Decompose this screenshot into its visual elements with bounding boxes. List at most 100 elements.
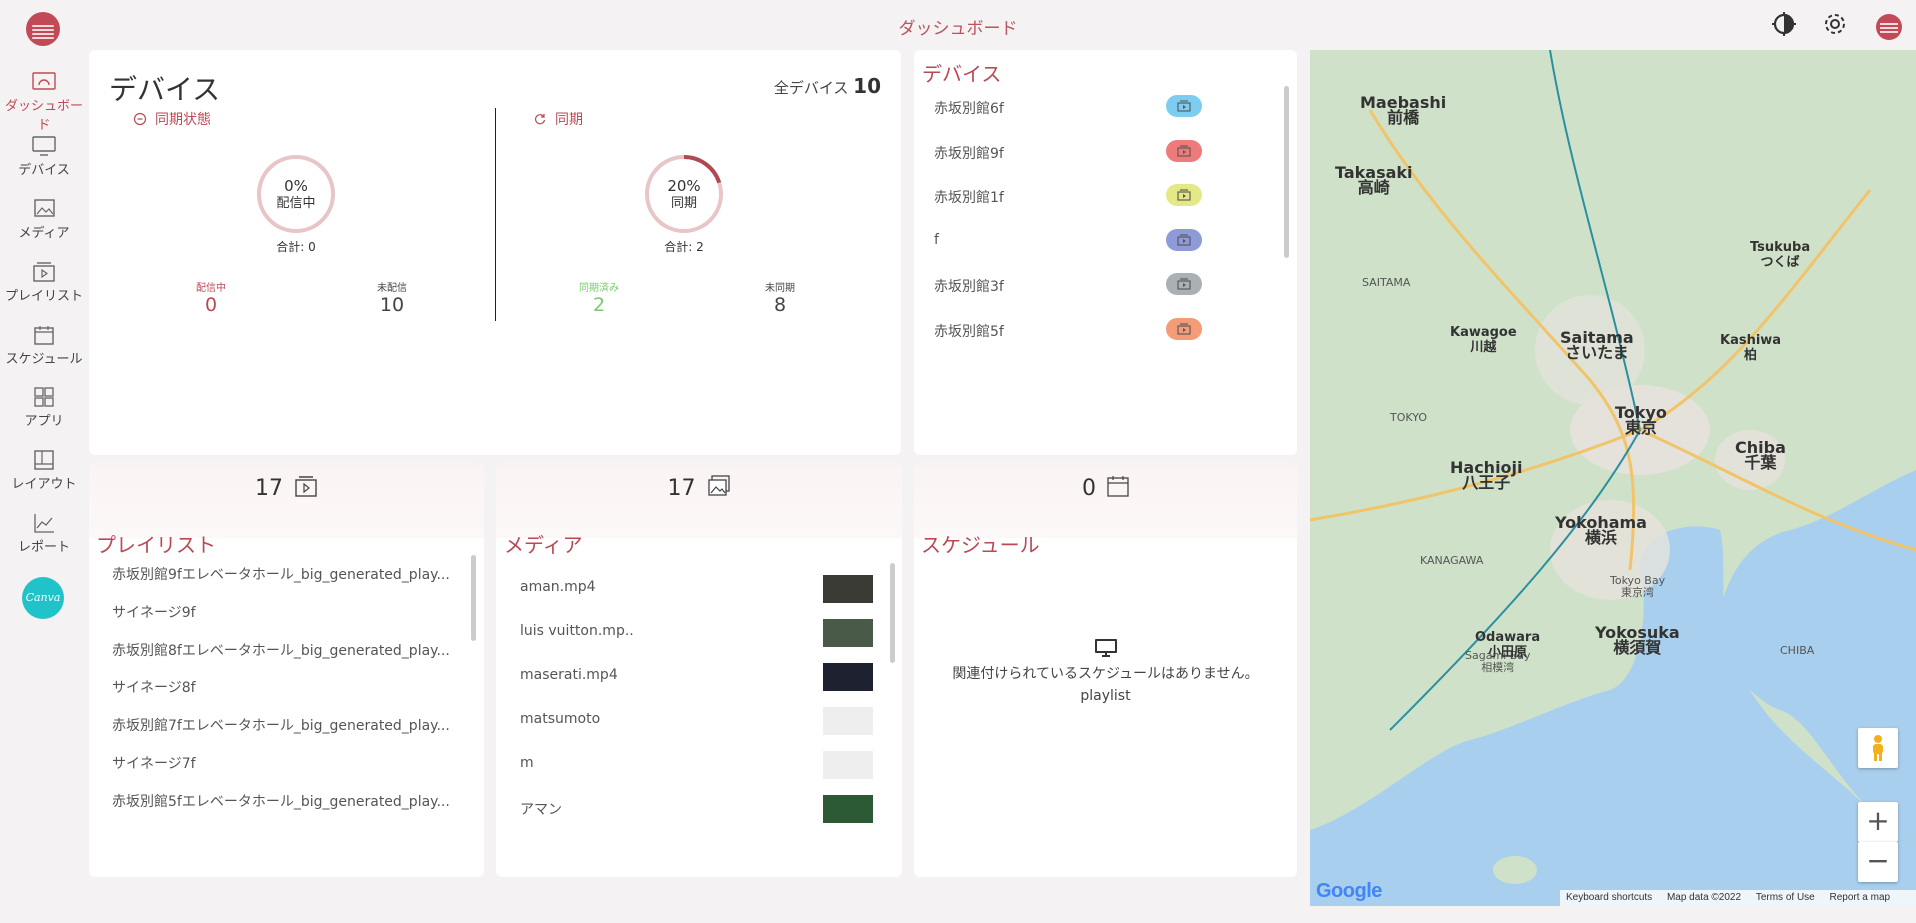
- sidebar-item-label: デバイス: [18, 163, 70, 178]
- playlist-item[interactable]: 赤坂別館8fエレベータホール_big_generated_play...: [112, 640, 450, 660]
- schedule-title: スケジュール: [921, 533, 1040, 557]
- device-list-item[interactable]: f: [932, 226, 1202, 256]
- device-status-pill[interactable]: [1166, 95, 1202, 117]
- device-list-scrollbar[interactable]: [1284, 86, 1289, 258]
- settings-gear-icon[interactable]: [1821, 10, 1849, 38]
- playlist-item[interactable]: 赤坂別館5fエレベータホール_big_generated_play...: [112, 791, 450, 811]
- media-item[interactable]: m: [520, 755, 534, 771]
- device-total-label: 全デバイス: [773, 79, 849, 97]
- apps-grid-icon: [34, 387, 54, 407]
- zoom-in-button[interactable]: +: [1858, 802, 1898, 842]
- device-list-item[interactable]: 赤坂別館6f: [932, 92, 1202, 122]
- playlist-count-value: 17: [255, 476, 283, 501]
- layout-icon: [34, 450, 54, 470]
- sidebar-item-layout[interactable]: レイアウト: [0, 450, 88, 492]
- stat-label: 未同期: [765, 283, 795, 294]
- media-title: メディア: [504, 533, 583, 557]
- sync-state-sum: 合計: 0: [276, 240, 316, 254]
- device-status-pill[interactable]: [1166, 317, 1202, 340]
- sync-ring-text: 20% 同期: [644, 178, 724, 212]
- stat-value: 2: [592, 294, 606, 316]
- refresh-icon: [534, 114, 546, 125]
- device-list-card: デバイス 赤坂別館6f 赤坂別館9f 赤坂別館1f f 赤坂別館3f 赤坂別館5f: [914, 50, 1297, 455]
- device-name: 赤坂別館5f: [934, 323, 1004, 340]
- image-icon: [707, 475, 730, 496]
- sidebar-item-label: スケジュール: [5, 352, 83, 367]
- media-scrollbar[interactable]: [890, 563, 895, 663]
- sidebar-item-label: プレイリスト: [4, 289, 83, 304]
- monitor-icon: [1095, 639, 1117, 657]
- playlist-item[interactable]: 赤坂別館9fエレベータホール_big_generated_play...: [112, 564, 450, 584]
- theme-toggle-icon[interactable]: [1770, 10, 1798, 38]
- map-place-label: Hachioji 八王子: [1450, 458, 1523, 492]
- map-place-label: TOKYO: [1390, 411, 1427, 424]
- playlist-icon: [1177, 278, 1191, 290]
- sidebar-item-report[interactable]: レポート: [0, 513, 88, 555]
- sync-header: 同期: [533, 109, 583, 129]
- device-total: 全デバイス 10: [774, 74, 881, 98]
- calendar-icon: [1107, 476, 1129, 497]
- zoom-out-button[interactable]: −: [1858, 842, 1898, 882]
- device-status-pill[interactable]: [1166, 228, 1202, 251]
- device-name: 赤坂別館1f: [934, 190, 1004, 206]
- playlist-item[interactable]: サイネージ9f: [112, 602, 196, 622]
- map[interactable]: Maebashi 前橋 Takasaki 高崎 Saitama さいたま Tokyo …: [1310, 50, 1916, 906]
- sidebar-item-apps[interactable]: アプリ: [0, 387, 88, 429]
- google-logo: Google: [1316, 880, 1382, 903]
- media-item[interactable]: アマン: [520, 799, 562, 819]
- media-item[interactable]: maserati.mp4: [520, 667, 618, 683]
- canva-button[interactable]: Canva: [22, 577, 64, 619]
- map-place-label: KANAGAWA: [1420, 554, 1484, 567]
- sidebar-item-label: レポート: [17, 540, 70, 555]
- sidebar-item-schedule[interactable]: スケジュール: [0, 325, 88, 367]
- playlist-icon: [1177, 233, 1191, 246]
- media-thumbnail: [823, 575, 873, 603]
- device-name: 赤坂別館6f: [934, 101, 1004, 117]
- page-title: ダッシュボード: [898, 19, 1018, 39]
- user-avatar[interactable]: [1876, 14, 1902, 40]
- schedule-count-value: 0: [1082, 476, 1096, 501]
- schedule-empty-sub: playlist: [1080, 688, 1131, 704]
- schedule-count: 0: [914, 475, 1297, 501]
- sync-sum: 合計: 2: [664, 240, 704, 254]
- playlist-item[interactable]: サイネージ8f: [112, 677, 196, 697]
- map-keyboard-shortcuts[interactable]: Keyboard shortcuts: [1566, 892, 1652, 903]
- map-footer: Keyboard shortcuts Map data ©2022 Terms …: [1560, 890, 1916, 906]
- map-place-label: Tokyo 東京: [1615, 403, 1667, 437]
- sync-state-ring-text: 0% 配信中: [256, 178, 336, 212]
- map-place-label: CHIBA: [1780, 644, 1815, 657]
- playlist-title: プレイリスト: [96, 533, 216, 557]
- media-card: 17 メディア aman.mp4 luis vuitton.mp.. maserat…: [496, 463, 902, 877]
- device-name: 赤坂別館3f: [934, 279, 1004, 295]
- device-status-pill[interactable]: [1166, 139, 1202, 162]
- device-status-pill[interactable]: [1166, 184, 1202, 206]
- playlist-item[interactable]: サイネージ7f: [112, 753, 196, 773]
- stat-value: 10: [379, 294, 405, 316]
- media-item[interactable]: aman.mp4: [520, 579, 596, 595]
- playlist-item[interactable]: 赤坂別館7fエレベータホール_big_generated_play...: [112, 715, 450, 735]
- device-list-item[interactable]: 赤坂別館5f: [932, 315, 1202, 345]
- schedule-card: 0 スケジュール 関連付けられているスケジュールはありません。 playlist: [914, 463, 1297, 877]
- street-view-pegman-icon[interactable]: [1858, 728, 1898, 768]
- sidebar-item-devices[interactable]: デバイス: [0, 136, 88, 178]
- device-list-item[interactable]: 赤坂別館3f: [932, 270, 1202, 300]
- sync-state-percent: 0%: [284, 177, 308, 195]
- playlist-count: 17: [89, 475, 484, 501]
- map-place-label: Tokyo Bay 東京湾: [1610, 574, 1666, 599]
- map-terms-link[interactable]: Terms of Use: [1756, 892, 1815, 903]
- google-logo-text: Google: [1316, 880, 1382, 902]
- stat-value: 8: [773, 294, 787, 316]
- device-list-title: デバイス: [922, 62, 1002, 86]
- sidebar-item-dashboard[interactable]: ダッシュボード: [0, 72, 88, 133]
- device-list-item[interactable]: 赤坂別館9f: [932, 137, 1202, 167]
- playlist-icon: [1177, 189, 1191, 201]
- sidebar-item-media[interactable]: メディア: [0, 199, 88, 241]
- device-list-item[interactable]: 赤坂別館1f: [932, 181, 1202, 211]
- media-item[interactable]: luis vuitton.mp..: [520, 623, 634, 639]
- media-item[interactable]: matsumoto: [520, 711, 600, 727]
- divider: [495, 108, 496, 321]
- device-status-pill[interactable]: [1166, 273, 1202, 295]
- sidebar-item-playlist[interactable]: プレイリスト: [0, 262, 88, 304]
- playlist-scrollbar[interactable]: [471, 555, 476, 641]
- map-place-label: Maebashi 前橋: [1360, 93, 1447, 127]
